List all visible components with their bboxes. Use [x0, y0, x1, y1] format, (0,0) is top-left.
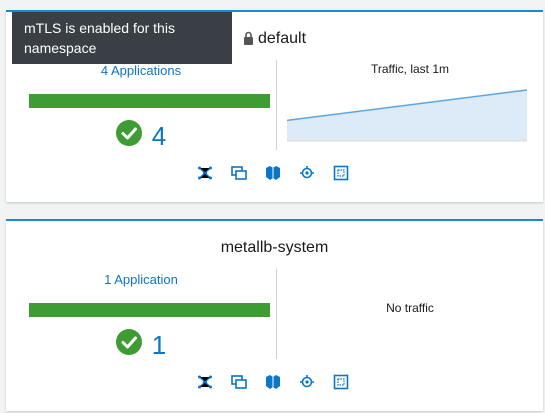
healthy-count: 1	[151, 330, 167, 360]
traffic-sparkline	[287, 89, 527, 142]
health-bar	[29, 303, 270, 317]
health-bar	[29, 94, 270, 108]
graph-icon[interactable]	[196, 373, 214, 391]
mtls-tooltip: mTLS is enabled for this namespace	[12, 12, 232, 64]
applications-icon[interactable]	[230, 164, 248, 182]
check-circle-icon	[115, 120, 142, 153]
namespace-card-metallb-system: metallb-system 1 Application 1 No traffi…	[6, 219, 543, 411]
applications-icon[interactable]	[230, 373, 248, 391]
applications-link[interactable]: 1 Application	[6, 272, 276, 287]
services-icon[interactable]	[298, 164, 316, 182]
namespace-nav-icons	[196, 373, 350, 391]
healthy-count: 4	[151, 121, 167, 151]
istio-config-icon[interactable]	[332, 373, 350, 391]
istio-config-icon[interactable]	[332, 164, 350, 182]
workloads-icon[interactable]	[264, 164, 282, 182]
graph-icon[interactable]	[196, 164, 214, 182]
applications-link[interactable]: 4 Applications	[6, 63, 276, 78]
check-circle-icon	[115, 329, 142, 362]
health-status: 4	[6, 120, 276, 153]
health-status: 1	[6, 329, 276, 362]
workloads-icon[interactable]	[264, 373, 282, 391]
services-icon[interactable]	[298, 373, 316, 391]
namespace-nav-icons	[196, 164, 350, 182]
traffic-title: Traffic, last 1m	[370, 62, 450, 76]
no-traffic-label: No traffic	[386, 301, 434, 315]
